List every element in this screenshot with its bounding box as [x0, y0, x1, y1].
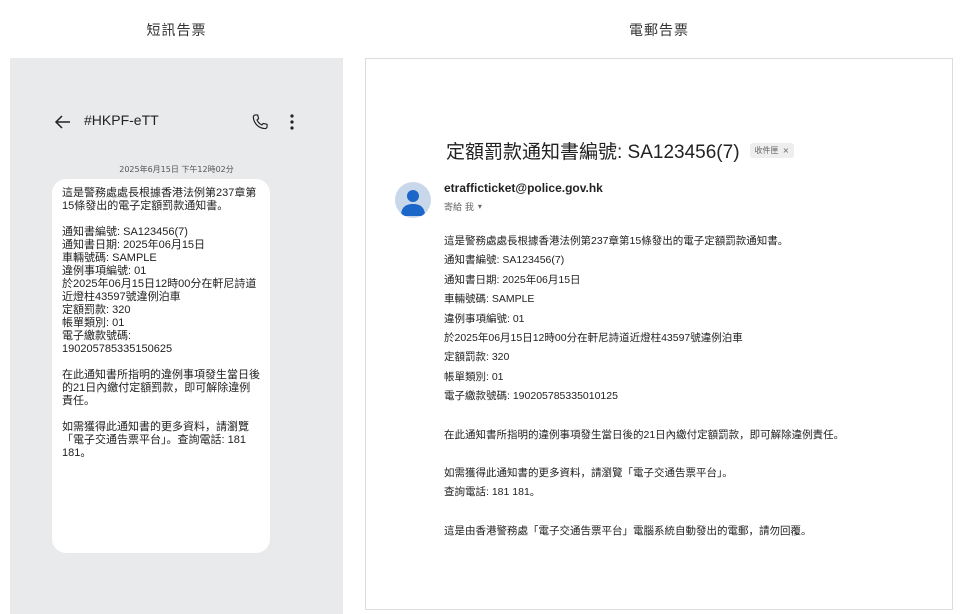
recipient-row[interactable]: 寄給 我 ▾ — [444, 200, 482, 213]
sms-header: #HKPF-eTT — [10, 110, 343, 134]
email-subject: 定額罰款通知書編號: SA123456(7) — [446, 141, 740, 163]
email-subject-row: 定額罰款通知書編號: SA123456(7) 收件匣 × — [446, 137, 795, 163]
email-paragraph: 在此通知書所指明的違例事項發生當日後的21日內繳付定額罰款，即可解除違例責任。 — [444, 428, 845, 441]
inbox-label-badge[interactable]: 收件匣 × — [749, 142, 795, 158]
sms-paragraph: 如需獲得此通知書的更多資料，請瀏覽「電子交通告票平台」。查詢電話: 181 18… — [62, 421, 249, 459]
phone-icon[interactable] — [250, 112, 270, 132]
sms-column-title: 短訊告票 — [146, 23, 207, 39]
sms-message-bubble: 這是警務處處長根據香港法例第237章第15條發出的電子定額罰款通知書。 通知書編… — [52, 179, 270, 553]
email-view: 定額罰款通知書編號: SA123456(7) 收件匣 × etraffictic… — [365, 58, 953, 610]
email-paragraph: 這是警務處處長根據香港法例第237章第15條發出的電子定額罰款通知書。 通知書編… — [444, 235, 789, 403]
sms-paragraph: 這是警務處處長根據香港法例第237章第15條發出的電子定額罰款通知書。 — [62, 187, 257, 212]
sender-email[interactable]: etrafficticket@police.gov.hk — [444, 181, 603, 195]
person-avatar-icon — [395, 182, 431, 218]
inbox-label-text: 收件匣 — [754, 145, 779, 155]
sms-paragraph: 在此通知書所指明的違例事項發生當日後的21日內繳付定額罰款，即可解除違例責任。 — [62, 369, 260, 407]
more-vertical-icon[interactable] — [282, 112, 302, 132]
recipient-text: 寄給 我 — [444, 203, 474, 213]
sms-paragraph: 通知書編號: SA123456(7) 通知書日期: 2025年06月15日 車輛… — [62, 226, 257, 355]
email-column-title: 電郵告票 — [629, 23, 689, 39]
email-paragraph: 如需獲得此通知書的更多資料，請瀏覽「電子交通告票平台」。 查詢電話: 181 1… — [444, 467, 733, 499]
sms-contact-name: #HKPF-eTT — [84, 112, 159, 128]
chevron-down-icon[interactable]: ▾ — [478, 202, 482, 211]
sms-screen: #HKPF-eTT 2025年6月15日 下午12時02分 這是警務處處長根據香… — [10, 58, 343, 614]
close-icon[interactable]: × — [783, 146, 790, 155]
email-body: 這是警務處處長根據香港法例第237章第15條發出的電子定額罰款通知書。 通知書編… — [444, 232, 934, 541]
sms-timestamp: 2025年6月15日 下午12時02分 — [119, 165, 234, 174]
email-paragraph: 這是由香港警務處「電子交通告票平台」電腦系統自動發出的電郵，請勿回覆。 — [444, 524, 812, 537]
arrow-left-icon[interactable] — [53, 112, 73, 132]
